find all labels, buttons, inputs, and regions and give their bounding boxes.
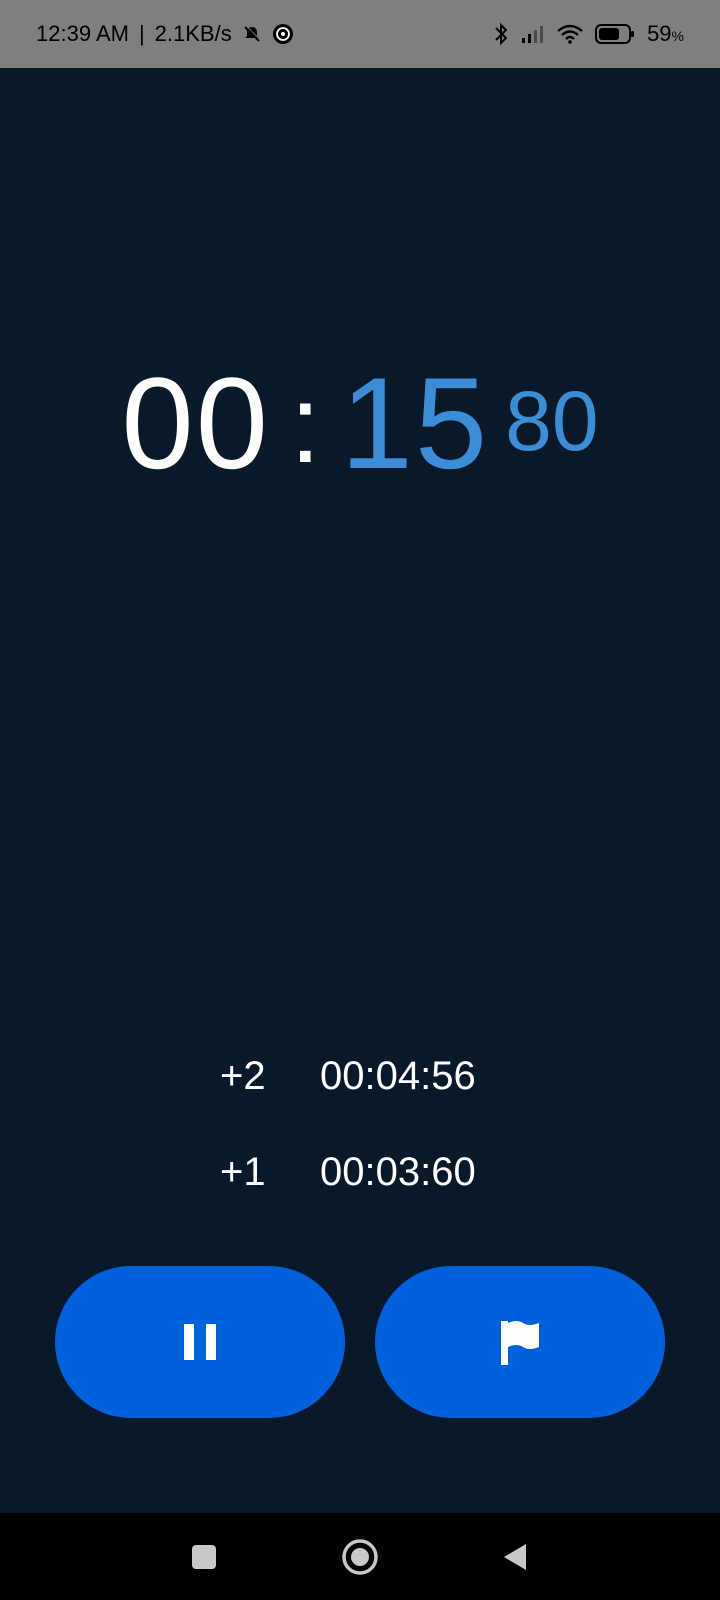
signal-icon (521, 24, 545, 44)
timer-seconds: 15 (340, 350, 490, 496)
lap-time: 00:03:60 (320, 1149, 476, 1194)
home-button[interactable] (320, 1513, 400, 1600)
timer-minutes: 00 (121, 350, 270, 496)
bluetooth-icon (493, 22, 509, 46)
status-separator: | (138, 21, 145, 46)
stopwatch-controls (0, 1266, 720, 1418)
pause-button[interactable] (55, 1266, 345, 1418)
lap-button[interactable] (375, 1266, 665, 1418)
stopwatch-display: 00 : 15 80 (0, 348, 720, 498)
navigation-bar (0, 1513, 720, 1600)
lap-row: +2 00:04:56 (0, 1028, 720, 1124)
flag-icon (497, 1317, 543, 1367)
network-speed: 2.1KB/s (154, 21, 232, 46)
lap-time: 00:04:56 (320, 1053, 476, 1098)
stopwatch-screen: 00 : 15 80 +2 00:04:56 +1 00:03:60 (0, 68, 720, 1513)
back-button[interactable] (475, 1513, 555, 1600)
lap-row: +1 00:03:60 (0, 1124, 720, 1220)
status-bar-left: 12:39 AM | 2.1KB/s (36, 21, 294, 47)
home-circle-icon (341, 1538, 379, 1576)
timer-colon: : (290, 363, 321, 486)
recents-button[interactable] (164, 1513, 244, 1600)
recents-square-icon (190, 1543, 218, 1571)
timer-centiseconds: 80 (505, 374, 599, 468)
battery-percentage: 59% (647, 21, 684, 46)
lap-index: +1 (220, 1149, 266, 1194)
status-time: 12:39 AM (36, 21, 129, 46)
lap-list: +2 00:04:56 +1 00:03:60 (0, 1028, 720, 1220)
lap-index: +2 (220, 1053, 266, 1098)
status-bar-right: 59% (493, 21, 684, 47)
status-bar: 12:39 AM | 2.1KB/s 59% (0, 0, 720, 68)
back-triangle-icon (500, 1541, 530, 1573)
pause-icon (180, 1320, 220, 1364)
wifi-icon (557, 24, 583, 44)
battery-icon (595, 23, 635, 45)
app-notification-icon (272, 23, 294, 45)
mute-bell-icon (242, 24, 262, 44)
